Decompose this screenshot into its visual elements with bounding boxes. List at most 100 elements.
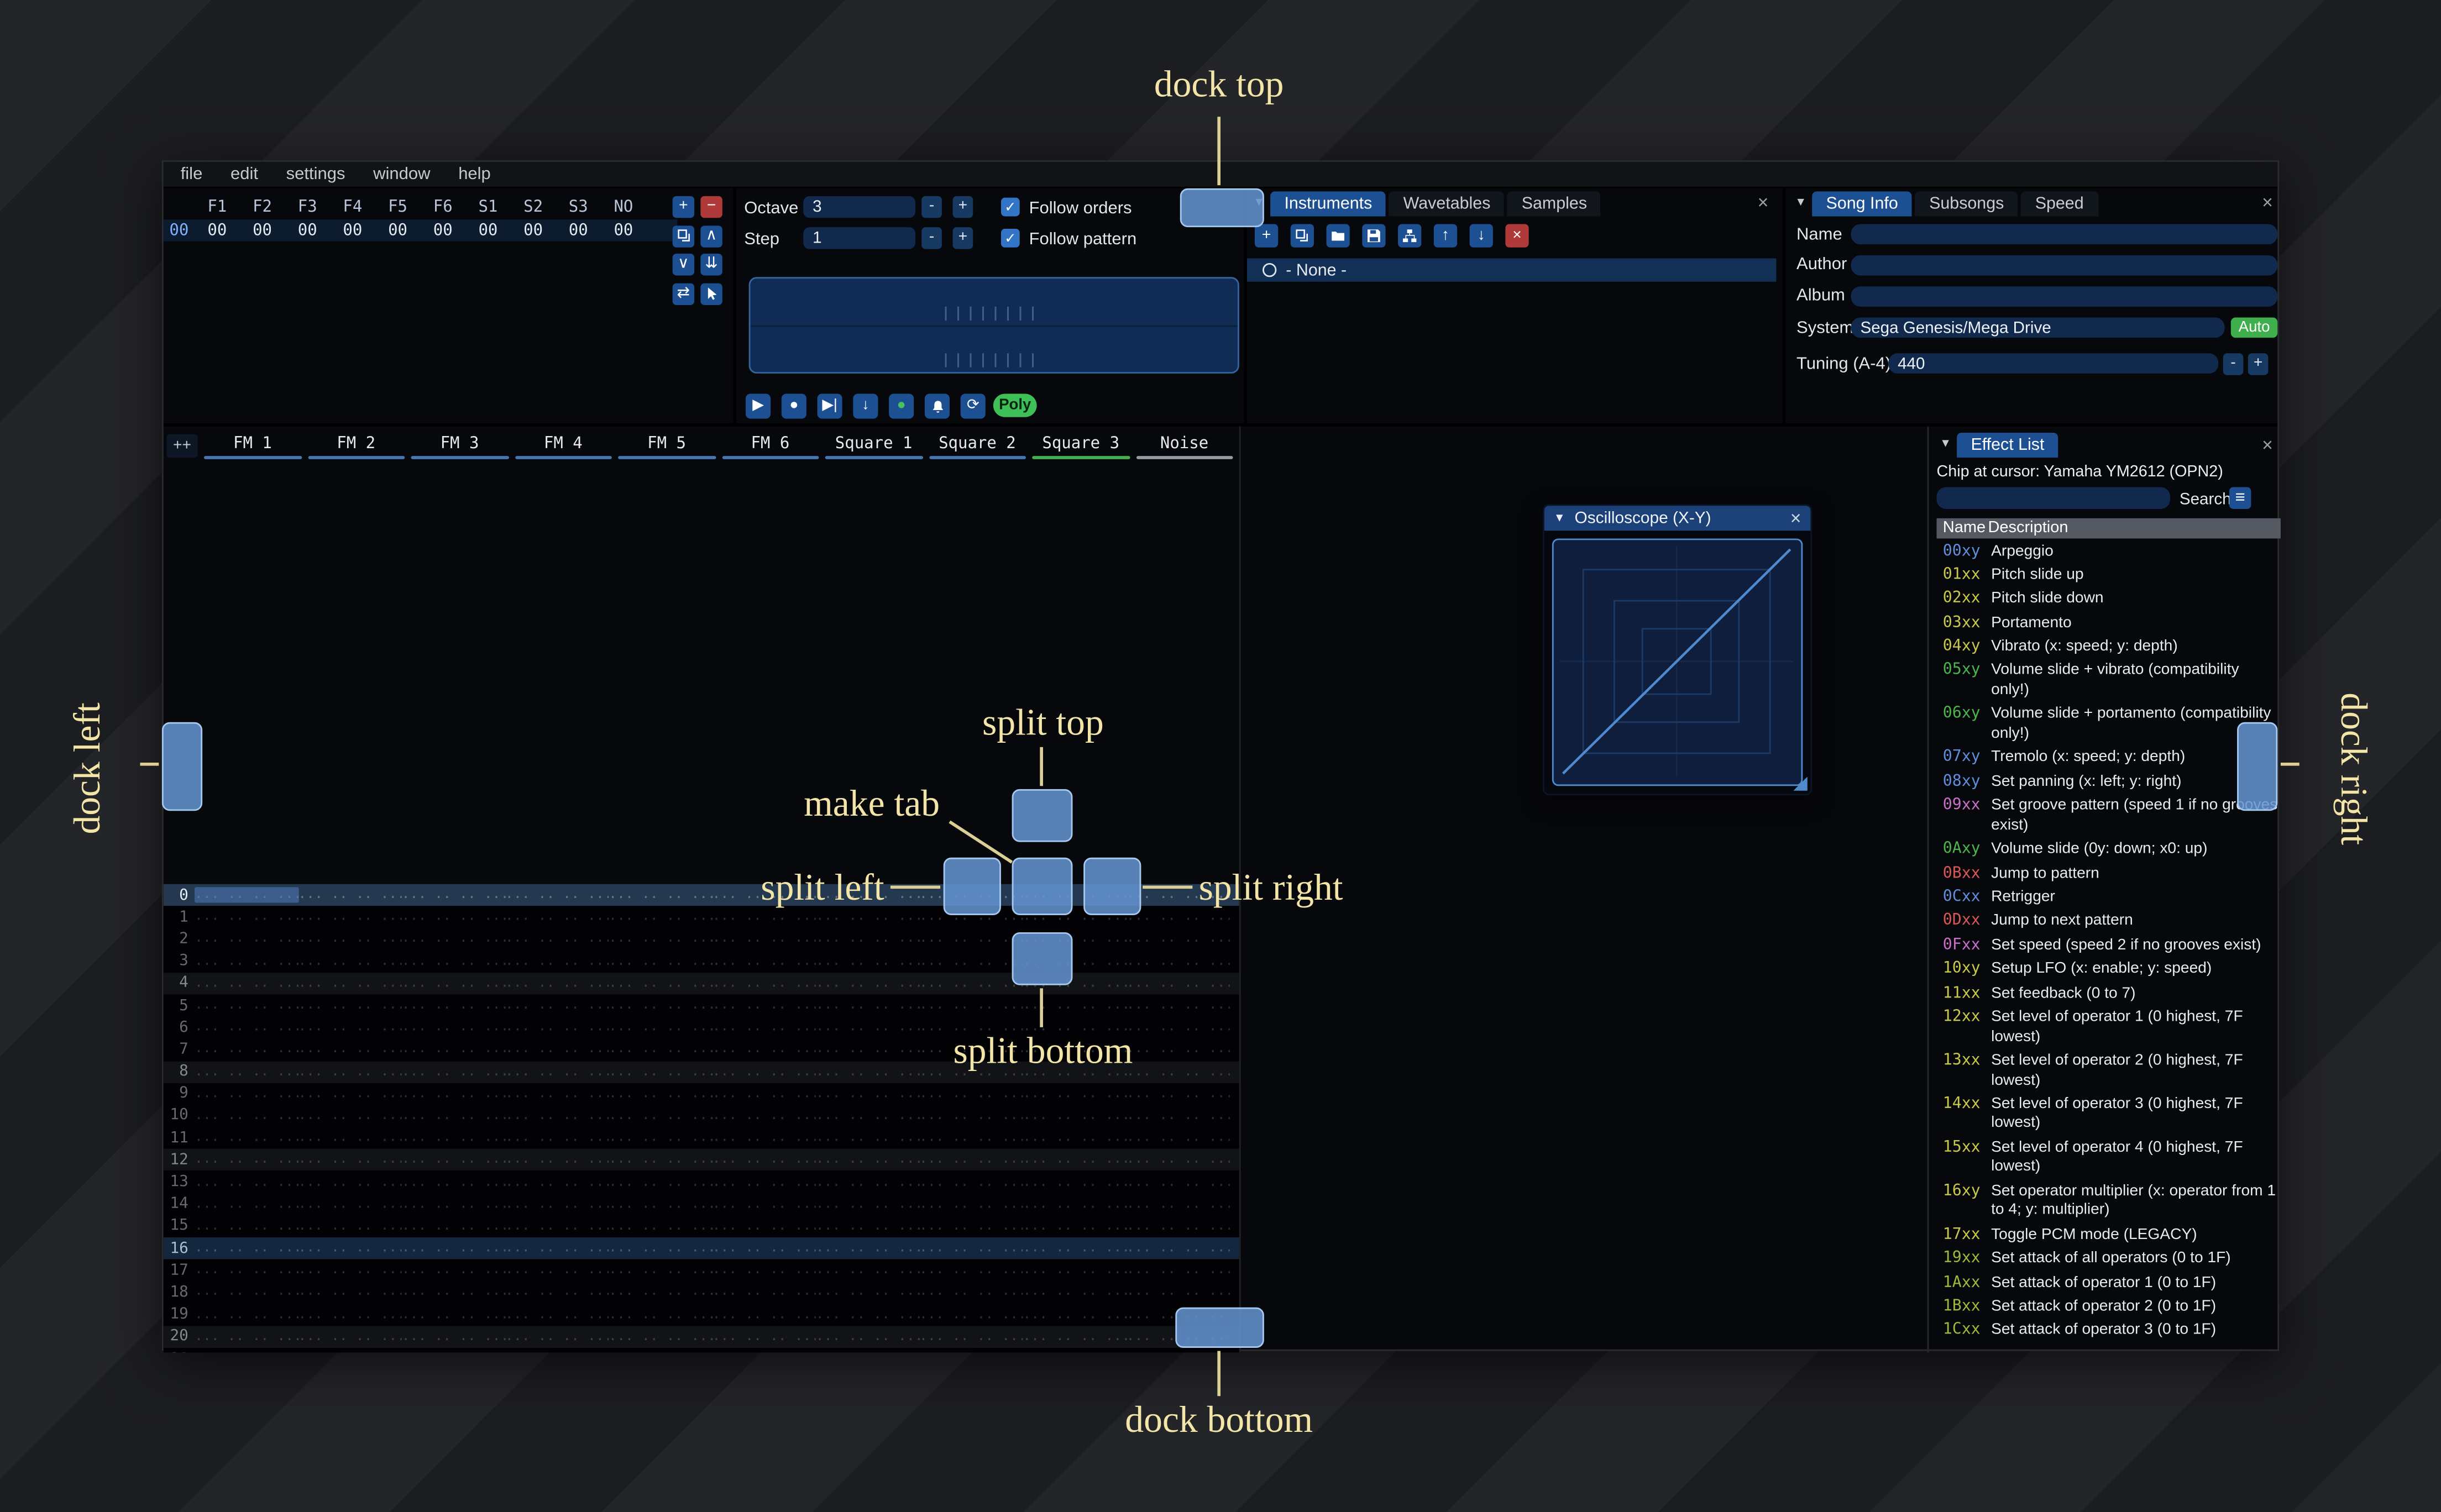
close-icon[interactable] (2262, 436, 2273, 455)
pattern-cell[interactable]: ... .. .. ... (1127, 931, 1230, 947)
pattern-cell[interactable]: ... .. .. ... (1023, 1174, 1126, 1190)
pattern-cell[interactable]: ... .. .. ... (298, 1263, 401, 1278)
tuning-increase-button[interactable]: + (2248, 352, 2269, 375)
pattern-cell[interactable]: ... .. .. ... (712, 1241, 815, 1256)
pattern-cell[interactable]: ... .. .. ... (402, 1174, 505, 1190)
menu-item-edit[interactable]: edit (227, 165, 261, 184)
pattern-cell[interactable]: ... .. .. ... (298, 1351, 401, 1353)
pattern-cell[interactable]: ... .. .. ... (402, 1307, 505, 1322)
pattern-cell[interactable]: ... .. .. ... (919, 1219, 1023, 1234)
duplicate-instrument-button[interactable] (1290, 224, 1314, 248)
pattern-cell[interactable]: ... .. .. ... (298, 975, 401, 991)
close-icon[interactable] (1790, 509, 1801, 528)
pattern-cell[interactable]: ... .. .. ... (195, 975, 298, 991)
collapse-icon[interactable] (1940, 437, 1951, 450)
play-from-beginning-button[interactable]: ● (781, 393, 806, 419)
pattern-cell[interactable]: ... .. .. ... (919, 1351, 1023, 1353)
pattern-cell[interactable]: ... .. .. ... (298, 1020, 401, 1035)
pattern-cell[interactable]: ... .. .. ... (816, 975, 919, 991)
effect-row-0Bxx[interactable]: 0Bxx Jump to pattern (1937, 862, 2281, 886)
pattern-cell[interactable]: ... .. .. ... (816, 1086, 919, 1101)
pattern-cell[interactable]: ... .. .. ... (505, 1064, 609, 1079)
pattern-cell[interactable]: ... .. .. ... (816, 1174, 919, 1190)
pattern-cell[interactable]: ... .. .. ... (712, 1042, 815, 1057)
pattern-cell[interactable]: ... .. .. ... (609, 998, 712, 1013)
pattern-cell[interactable]: ... .. .. ... (505, 1086, 609, 1101)
effect-row-15xx[interactable]: 15xx Set level of operator 4 (0 highest, … (1937, 1137, 2281, 1180)
pattern-cell[interactable]: ... .. .. ... (195, 998, 298, 1013)
pattern-cell[interactable]: ... .. .. ... (919, 1196, 1023, 1212)
move-order-up-button[interactable]: ∧ (700, 224, 722, 247)
pattern-cell[interactable]: ... .. .. ... (505, 1263, 609, 1278)
pattern-cell[interactable]: ... .. .. ... (609, 1152, 712, 1168)
pattern-cell[interactable]: ... .. .. ... (712, 953, 815, 969)
pattern-cell[interactable]: ... .. .. ... (1023, 1351, 1126, 1353)
pattern-cell[interactable]: ... .. .. ... (609, 1130, 712, 1146)
dock-right-target[interactable] (2237, 722, 2278, 811)
pattern-cell[interactable]: ... .. .. ... (195, 887, 298, 903)
tab-instruments[interactable]: Instruments (1270, 191, 1386, 217)
resize-grip-icon[interactable] (1793, 776, 1808, 791)
pattern-cell[interactable]: ... .. .. ... (505, 1042, 609, 1057)
pattern-cell[interactable]: ... .. .. ... (505, 998, 609, 1013)
pattern-cell[interactable]: ... .. .. ... (402, 1196, 505, 1212)
pattern-cell[interactable]: ... .. .. ... (1127, 1263, 1230, 1278)
pattern-cell[interactable]: ... .. .. ... (712, 910, 815, 925)
pattern-cell[interactable]: ... .. .. ... (1127, 1152, 1230, 1168)
pattern-cell[interactable]: ... .. .. ... (919, 1086, 1023, 1101)
pattern-cell[interactable]: ... .. .. ... (919, 998, 1023, 1013)
pattern-cell[interactable]: ... .. .. ... (402, 1219, 505, 1234)
pattern-cell[interactable]: ... .. .. ... (402, 1152, 505, 1168)
pattern-cell[interactable]: ... .. .. ... (195, 1196, 298, 1212)
pattern-cell[interactable]: ... .. .. ... (505, 975, 609, 991)
auto-system-button[interactable]: Auto (2230, 317, 2278, 338)
pattern-cell[interactable]: ... .. .. ... (195, 931, 298, 947)
pattern-cell[interactable]: ... .. .. ... (402, 1285, 505, 1300)
pattern-cell[interactable]: ... .. .. ... (195, 1064, 298, 1079)
pattern-cell[interactable]: ... .. .. ... (1023, 998, 1126, 1013)
pattern-cell[interactable]: ... .. .. ... (195, 1108, 298, 1124)
pattern-cell[interactable]: ... .. .. ... (816, 1219, 919, 1234)
effect-row-06xy[interactable]: 06xy Volume slide + portamento (compatibi… (1937, 704, 2281, 747)
pattern-cell[interactable]: ... .. .. ... (609, 910, 712, 925)
pattern-cell[interactable]: ... .. .. ... (195, 1307, 298, 1322)
pattern-cell[interactable]: ... .. .. ... (1127, 1086, 1230, 1101)
panel-divider[interactable] (733, 188, 737, 424)
pattern-cell[interactable]: ... .. .. ... (505, 931, 609, 947)
pattern-cell[interactable]: ... .. .. ... (1127, 1351, 1230, 1353)
pattern-cell[interactable]: ... .. .. ... (1127, 1196, 1230, 1212)
piano-upper-octaves[interactable] (750, 279, 1238, 325)
octave-input[interactable]: 3 (803, 196, 916, 218)
horizontal-splitter[interactable] (163, 423, 2278, 427)
menu-item-settings[interactable]: settings (283, 165, 348, 184)
pattern-cell[interactable]: ... .. .. ... (816, 1042, 919, 1057)
pattern-cell[interactable]: ... .. .. ... (298, 1307, 401, 1322)
pattern-cell[interactable]: ... .. .. ... (505, 1285, 609, 1300)
step-input[interactable]: 1 (803, 227, 916, 249)
effect-row-08xy[interactable]: 08xy Set panning (x: left; y: right) (1937, 771, 2281, 795)
order-cell[interactable]: 00 (556, 221, 601, 240)
pattern-cell[interactable]: ... .. .. ... (919, 1263, 1023, 1278)
poly-toggle-button[interactable]: Poly (993, 393, 1037, 417)
pattern-cell[interactable]: ... .. .. ... (712, 1263, 815, 1278)
order-cell[interactable]: 00 (195, 221, 240, 240)
split-bottom-target[interactable] (1012, 932, 1073, 985)
pattern-cell[interactable]: ... .. .. ... (609, 1263, 712, 1278)
pattern-cell[interactable]: ... .. .. ... (505, 1307, 609, 1322)
play-once-button[interactable]: ▶| (817, 393, 842, 419)
pattern-cell[interactable]: ... .. .. ... (298, 1196, 401, 1212)
channel-header-fm-4[interactable]: FM 4 (511, 433, 615, 459)
order-cell[interactable]: 00 (465, 221, 511, 240)
record-button[interactable]: ● (889, 393, 914, 419)
order-cell[interactable]: 00 (330, 221, 375, 240)
pattern-cell[interactable]: ... .. .. ... (1127, 1108, 1230, 1124)
pattern-cell[interactable]: ... .. .. ... (712, 1108, 815, 1124)
pattern-cell[interactable]: ... .. .. ... (505, 953, 609, 969)
dock-top-target[interactable] (1180, 188, 1264, 228)
pattern-cell[interactable]: ... .. .. ... (402, 888, 505, 903)
pattern-cell[interactable]: ... .. .. ... (1127, 1130, 1230, 1146)
pattern-cell[interactable]: ... .. .. ... (609, 1064, 712, 1079)
pattern-cell[interactable]: ... .. .. ... (712, 1307, 815, 1322)
pattern-cell[interactable]: ... .. .. ... (298, 1285, 401, 1300)
pattern-cell[interactable]: ... .. .. ... (298, 1108, 401, 1124)
